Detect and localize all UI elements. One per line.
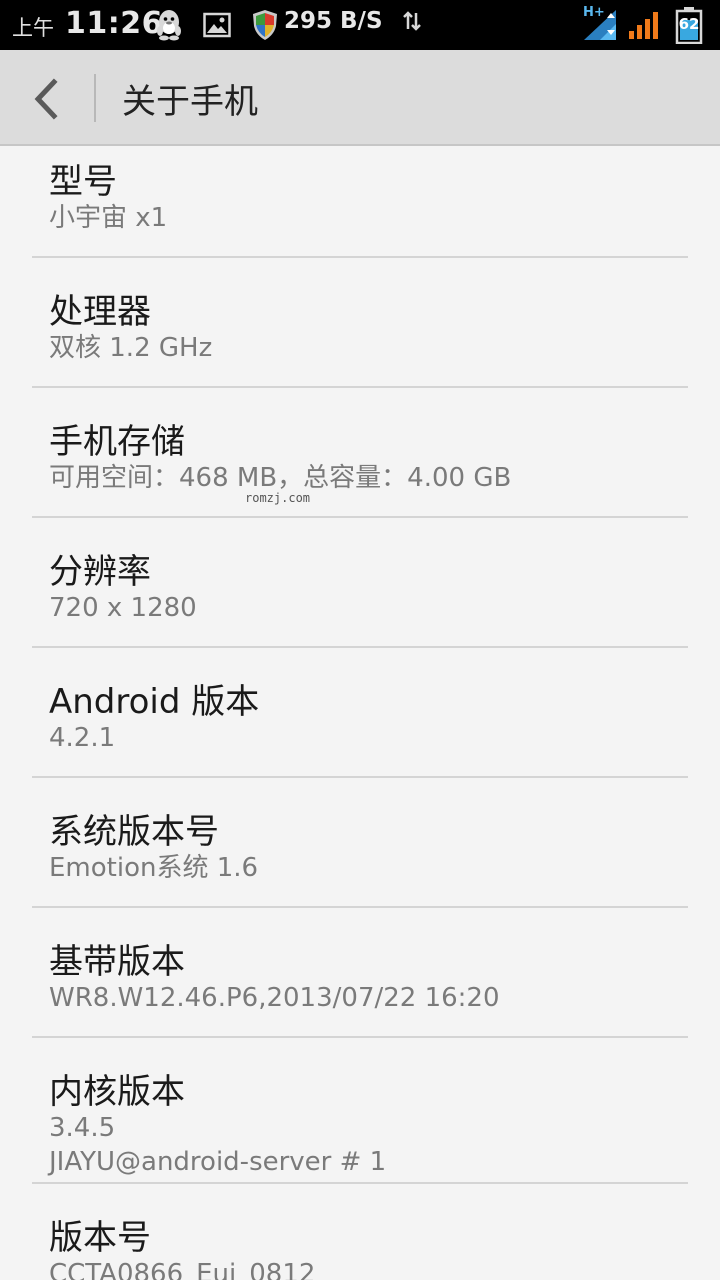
list-item-kernel-version[interactable]: 内核版本 3.4.5 JIAYU@android-server # 1 bbox=[0, 1038, 720, 1184]
list-item-baseband-version[interactable]: 基带版本 WR8.W12.46.P6,2013/07/22 16:20 bbox=[0, 908, 720, 1038]
item-summary: 双核 1.2 GHz bbox=[49, 333, 213, 363]
list-item-system-version[interactable]: 系统版本号 Emotion系统 1.6 bbox=[0, 778, 720, 908]
item-title: 内核版本 bbox=[49, 1072, 185, 1112]
item-title: Android 版本 bbox=[49, 682, 260, 722]
battery-icon: 62 bbox=[675, 6, 703, 44]
about-phone-list: 型号 小宇宙 x1 处理器 双核 1.2 GHz 手机存储 可用空间：468 M… bbox=[0, 148, 720, 1280]
item-summary: 4.2.1 bbox=[49, 723, 116, 753]
list-item-android-version[interactable]: Android 版本 4.2.1 bbox=[0, 648, 720, 778]
shield-icon bbox=[252, 9, 278, 45]
item-title: 手机存储 bbox=[49, 422, 185, 462]
chevron-left-icon bbox=[34, 78, 58, 120]
image-icon bbox=[203, 12, 231, 42]
list-item-build-number[interactable]: 版本号 CCTA0866_Eui_0812 bbox=[0, 1184, 720, 1280]
battery-level: 62 bbox=[678, 15, 700, 33]
item-summary-line2: JIAYU@android-server # 1 bbox=[49, 1147, 387, 1177]
list-item-resolution[interactable]: 分辨率 720 x 1280 bbox=[0, 518, 720, 648]
item-title: 基带版本 bbox=[49, 942, 185, 982]
list-item-storage[interactable]: 手机存储 可用空间：468 MB，总容量：4.00 GB bbox=[0, 388, 720, 518]
item-title: 分辨率 bbox=[49, 552, 151, 592]
action-bar: 关于手机 bbox=[0, 50, 720, 146]
status-ampm: 上午 bbox=[12, 16, 54, 40]
data-transfer-icon bbox=[402, 10, 422, 36]
item-title: 系统版本号 bbox=[49, 812, 219, 852]
page-title: 关于手机 bbox=[122, 82, 258, 122]
item-title: 处理器 bbox=[49, 292, 151, 332]
item-summary: Emotion系统 1.6 bbox=[49, 853, 259, 883]
network-type: H+ bbox=[583, 5, 605, 20]
item-summary: 3.4.5 bbox=[49, 1113, 116, 1143]
item-summary: 720 x 1280 bbox=[49, 593, 197, 623]
signal-icon bbox=[628, 8, 662, 44]
item-summary: CCTA0866_Eui_0812 bbox=[49, 1259, 316, 1280]
item-title: 型号 bbox=[49, 162, 117, 202]
status-bar: 上午 11:26 295 B/S H+ 62 bbox=[0, 0, 720, 50]
item-title: 版本号 bbox=[49, 1218, 151, 1258]
watermark-text: romzj.com bbox=[245, 491, 311, 505]
qq-penguin-icon bbox=[154, 9, 184, 45]
list-item-processor[interactable]: 处理器 双核 1.2 GHz bbox=[0, 258, 720, 388]
action-bar-divider bbox=[94, 74, 96, 122]
network-speed: 295 B/S bbox=[284, 8, 383, 34]
item-summary: WR8.W12.46.P6,2013/07/22 16:20 bbox=[49, 983, 500, 1013]
back-button[interactable] bbox=[22, 72, 76, 126]
status-time: 11:26 bbox=[65, 6, 163, 41]
list-item-model[interactable]: 型号 小宇宙 x1 bbox=[0, 148, 720, 258]
item-summary: 小宇宙 x1 bbox=[49, 203, 168, 233]
